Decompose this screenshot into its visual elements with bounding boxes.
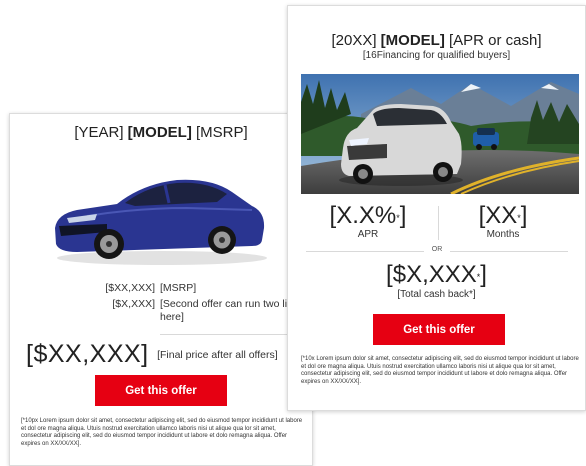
price-amount: [$XX,XXX] xyxy=(105,282,155,294)
final-price-amount: [$XX,XXX] xyxy=(26,340,149,368)
suv-road-photo xyxy=(301,74,579,194)
card-subtitle: [16Financing for qualified buyers] xyxy=(362,50,511,61)
apr-value: [X.X%*] xyxy=(329,202,407,229)
months-caption: Months xyxy=(486,229,520,240)
title-year: [20XX] xyxy=(331,32,381,49)
apr-caption: APR xyxy=(357,229,379,240)
get-offer-button[interactable]: Get this offer xyxy=(95,375,227,406)
or-label: OR xyxy=(431,246,443,253)
final-price-label: [Final price after all offers] xyxy=(157,348,278,361)
divider xyxy=(306,251,424,252)
apr-stat: [X.X%*] APR xyxy=(308,202,428,241)
price-amount: [$X,XXX] xyxy=(112,298,155,310)
disclaimer-text: [*10x Lorem ipsum dolor sit amet, consec… xyxy=(301,356,579,385)
title-model: [MODEL] xyxy=(127,124,192,141)
title-year: [YEAR] xyxy=(74,124,128,141)
divider xyxy=(438,206,439,240)
final-price: [$XX,XXX] [Final price after all offers] xyxy=(26,340,278,369)
sedan-photo xyxy=(55,179,267,265)
months-value: [XX*] xyxy=(478,202,528,229)
disclaimer-text: [*10px Lorem ipsum dolor sit amet, conse… xyxy=(21,418,303,447)
card-title: [YEAR] [MODEL] [MSRP] xyxy=(10,124,312,141)
cash-caption: [Total cash back*] xyxy=(397,289,476,300)
get-offer-button[interactable]: Get this offer xyxy=(373,314,505,345)
title-offer-type: [APR or cash] xyxy=(444,32,542,49)
offer-card-msrp: [YEAR] [MODEL] [MSRP] [$XX,XXX] [MSRP] [… xyxy=(9,113,313,466)
months-stat: [XX*] Months xyxy=(443,202,563,241)
title-msrp: [MSRP] xyxy=(191,124,248,141)
cash-back-stat: [$X,XXX*] [Total cash back*] xyxy=(288,261,585,300)
cash-value: [$X,XXX*] xyxy=(386,261,487,288)
offer-card-apr-cash: [20XX] [MODEL] [APR or cash] [16Financin… xyxy=(287,5,586,411)
card-title: [20XX] [MODEL] [APR or cash] xyxy=(288,32,585,49)
divider xyxy=(450,251,568,252)
title-model: [MODEL] xyxy=(380,32,445,49)
